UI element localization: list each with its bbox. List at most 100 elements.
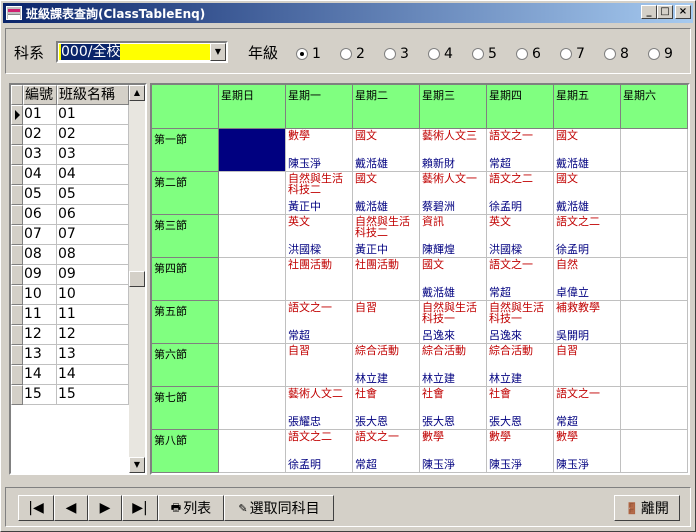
timetable-cell[interactable]: 英文 洪國樑 — [286, 215, 353, 258]
table-row[interactable]: 13 13 — [11, 345, 129, 365]
class-list-grid[interactable]: 編號 班級名稱 01 01 02 02 03 03 04 04 05 05 06 06 07 07 08 08… — [9, 83, 147, 475]
radio-button-icon[interactable] — [384, 48, 396, 60]
column-header-id[interactable]: 編號 — [23, 85, 57, 105]
timetable-cell[interactable]: 語文之一 常超 — [554, 387, 621, 430]
timetable-cell[interactable]: 自然與生活科技二 黃正中 — [353, 215, 420, 258]
timetable-cell[interactable]: 自然與生活科技二 黃正中 — [286, 172, 353, 215]
class-id-cell[interactable]: 14 — [23, 365, 57, 385]
class-name-cell[interactable]: 10 — [57, 285, 129, 305]
class-id-cell[interactable]: 09 — [23, 265, 57, 285]
grade-radio-3[interactable]: 3 — [384, 46, 428, 62]
list-button[interactable]: 🖶 列表 — [158, 495, 224, 521]
last-record-button[interactable]: ▶| — [122, 495, 158, 521]
timetable-cell[interactable]: 自習 — [286, 344, 353, 387]
table-row[interactable]: 10 10 — [11, 285, 129, 305]
class-id-cell[interactable]: 06 — [23, 205, 57, 225]
timetable-cell[interactable]: 語文之一 常超 — [353, 430, 420, 473]
class-name-cell[interactable]: 02 — [57, 125, 129, 145]
timetable-cell[interactable]: 國文 戴湉雄 — [353, 172, 420, 215]
timetable-cell[interactable]: 藝術人文一 蔡碧洲 — [420, 172, 487, 215]
timetable-cell[interactable]: 社團活動 — [353, 258, 420, 301]
table-row[interactable]: 02 02 — [11, 125, 129, 145]
class-id-cell[interactable]: 12 — [23, 325, 57, 345]
class-id-cell[interactable]: 03 — [23, 145, 57, 165]
class-name-cell[interactable]: 09 — [57, 265, 129, 285]
timetable-cell[interactable]: 英文 洪國樑 — [487, 215, 554, 258]
first-record-button[interactable]: |◀ — [18, 495, 54, 521]
timetable-cell[interactable] — [621, 215, 688, 258]
class-name-cell[interactable]: 05 — [57, 185, 129, 205]
radio-button-icon[interactable] — [296, 48, 308, 60]
table-row[interactable]: 12 12 — [11, 325, 129, 345]
table-row[interactable]: 08 08 — [11, 245, 129, 265]
timetable-cell[interactable]: 自然與生活科技一 呂逸來 — [420, 301, 487, 344]
timetable-cell[interactable] — [621, 387, 688, 430]
class-name-cell[interactable]: 11 — [57, 305, 129, 325]
table-row[interactable]: 09 09 — [11, 265, 129, 285]
close-button[interactable]: × — [675, 5, 691, 19]
grade-radio-9[interactable]: 9 — [648, 46, 692, 62]
class-name-cell[interactable]: 15 — [57, 385, 129, 405]
class-id-cell[interactable]: 02 — [23, 125, 57, 145]
timetable-cell[interactable]: 資訊 陳輝煌 — [420, 215, 487, 258]
timetable-cell[interactable]: 國文 戴湉雄 — [554, 172, 621, 215]
timetable-cell[interactable] — [621, 301, 688, 344]
timetable-cell[interactable] — [219, 344, 286, 387]
timetable-cell[interactable] — [621, 258, 688, 301]
class-id-cell[interactable]: 05 — [23, 185, 57, 205]
timetable-cell[interactable]: 數學 陳玉淨 — [420, 430, 487, 473]
class-list-scrollbar[interactable]: ▲ ▼ — [129, 85, 145, 473]
timetable-cell[interactable] — [219, 301, 286, 344]
radio-button-icon[interactable] — [560, 48, 572, 60]
radio-button-icon[interactable] — [516, 48, 528, 60]
class-name-cell[interactable]: 08 — [57, 245, 129, 265]
table-row[interactable]: 14 14 — [11, 365, 129, 385]
scroll-down-icon[interactable]: ▼ — [129, 457, 145, 473]
timetable-cell[interactable]: 語文之一 常超 — [487, 129, 554, 172]
class-name-cell[interactable]: 03 — [57, 145, 129, 165]
exit-button[interactable]: 🚪 離開 — [614, 495, 680, 521]
grade-radio-5[interactable]: 5 — [472, 46, 516, 62]
timetable-cell[interactable]: 自習 — [554, 344, 621, 387]
class-id-cell[interactable]: 08 — [23, 245, 57, 265]
class-name-cell[interactable]: 01 — [57, 105, 129, 125]
timetable-cell[interactable]: 語文之一 常超 — [286, 301, 353, 344]
title-bar[interactable]: 班級課表查詢(ClassTableEnq) _ □ × — [3, 3, 693, 23]
timetable-cell[interactable]: 補救教學 吳開明 — [554, 301, 621, 344]
class-name-cell[interactable]: 12 — [57, 325, 129, 345]
grade-radio-8[interactable]: 8 — [604, 46, 648, 62]
timetable-cell[interactable]: 社會 張大恩 — [353, 387, 420, 430]
timetable-cell[interactable]: 語文之二 徐孟明 — [286, 430, 353, 473]
timetable-cell[interactable]: 國文 戴湉雄 — [420, 258, 487, 301]
grade-radio-1[interactable]: 1 — [296, 46, 340, 62]
grade-radio-7[interactable]: 7 — [560, 46, 604, 62]
timetable-cell[interactable]: 社會 張大恩 — [420, 387, 487, 430]
timetable-cell[interactable] — [621, 430, 688, 473]
timetable-cell[interactable]: 綜合活動 林立建 — [487, 344, 554, 387]
timetable-cell[interactable]: 藝術人文二 張耀忠 — [286, 387, 353, 430]
department-combobox[interactable]: 000/全校 ▼ — [56, 41, 228, 63]
column-header-name[interactable]: 班級名稱 — [57, 85, 129, 105]
class-name-cell[interactable]: 14 — [57, 365, 129, 385]
radio-button-icon[interactable] — [648, 48, 660, 60]
timetable-cell[interactable]: 數學 陳玉淨 — [487, 430, 554, 473]
radio-button-icon[interactable] — [604, 48, 616, 60]
class-id-cell[interactable]: 15 — [23, 385, 57, 405]
class-name-cell[interactable]: 07 — [57, 225, 129, 245]
table-row[interactable]: 01 01 — [11, 105, 129, 125]
timetable-cell[interactable] — [219, 258, 286, 301]
grade-radio-6[interactable]: 6 — [516, 46, 560, 62]
table-row[interactable]: 05 05 — [11, 185, 129, 205]
next-record-button[interactable]: ▶ — [88, 495, 122, 521]
timetable-cell[interactable]: 自然 卓偉立 — [554, 258, 621, 301]
class-id-cell[interactable]: 04 — [23, 165, 57, 185]
timetable-cell[interactable]: 語文之二 徐孟明 — [487, 172, 554, 215]
timetable-cell[interactable]: 國文 戴湉雄 — [554, 129, 621, 172]
timetable-cell[interactable]: 綜合活動 林立建 — [420, 344, 487, 387]
grade-radio-2[interactable]: 2 — [340, 46, 384, 62]
table-row[interactable]: 07 07 — [11, 225, 129, 245]
timetable-cell[interactable]: 藝術人文三 賴新財 — [420, 129, 487, 172]
timetable-cell[interactable] — [219, 387, 286, 430]
table-row[interactable]: 06 06 — [11, 205, 129, 225]
timetable-cell[interactable] — [621, 172, 688, 215]
